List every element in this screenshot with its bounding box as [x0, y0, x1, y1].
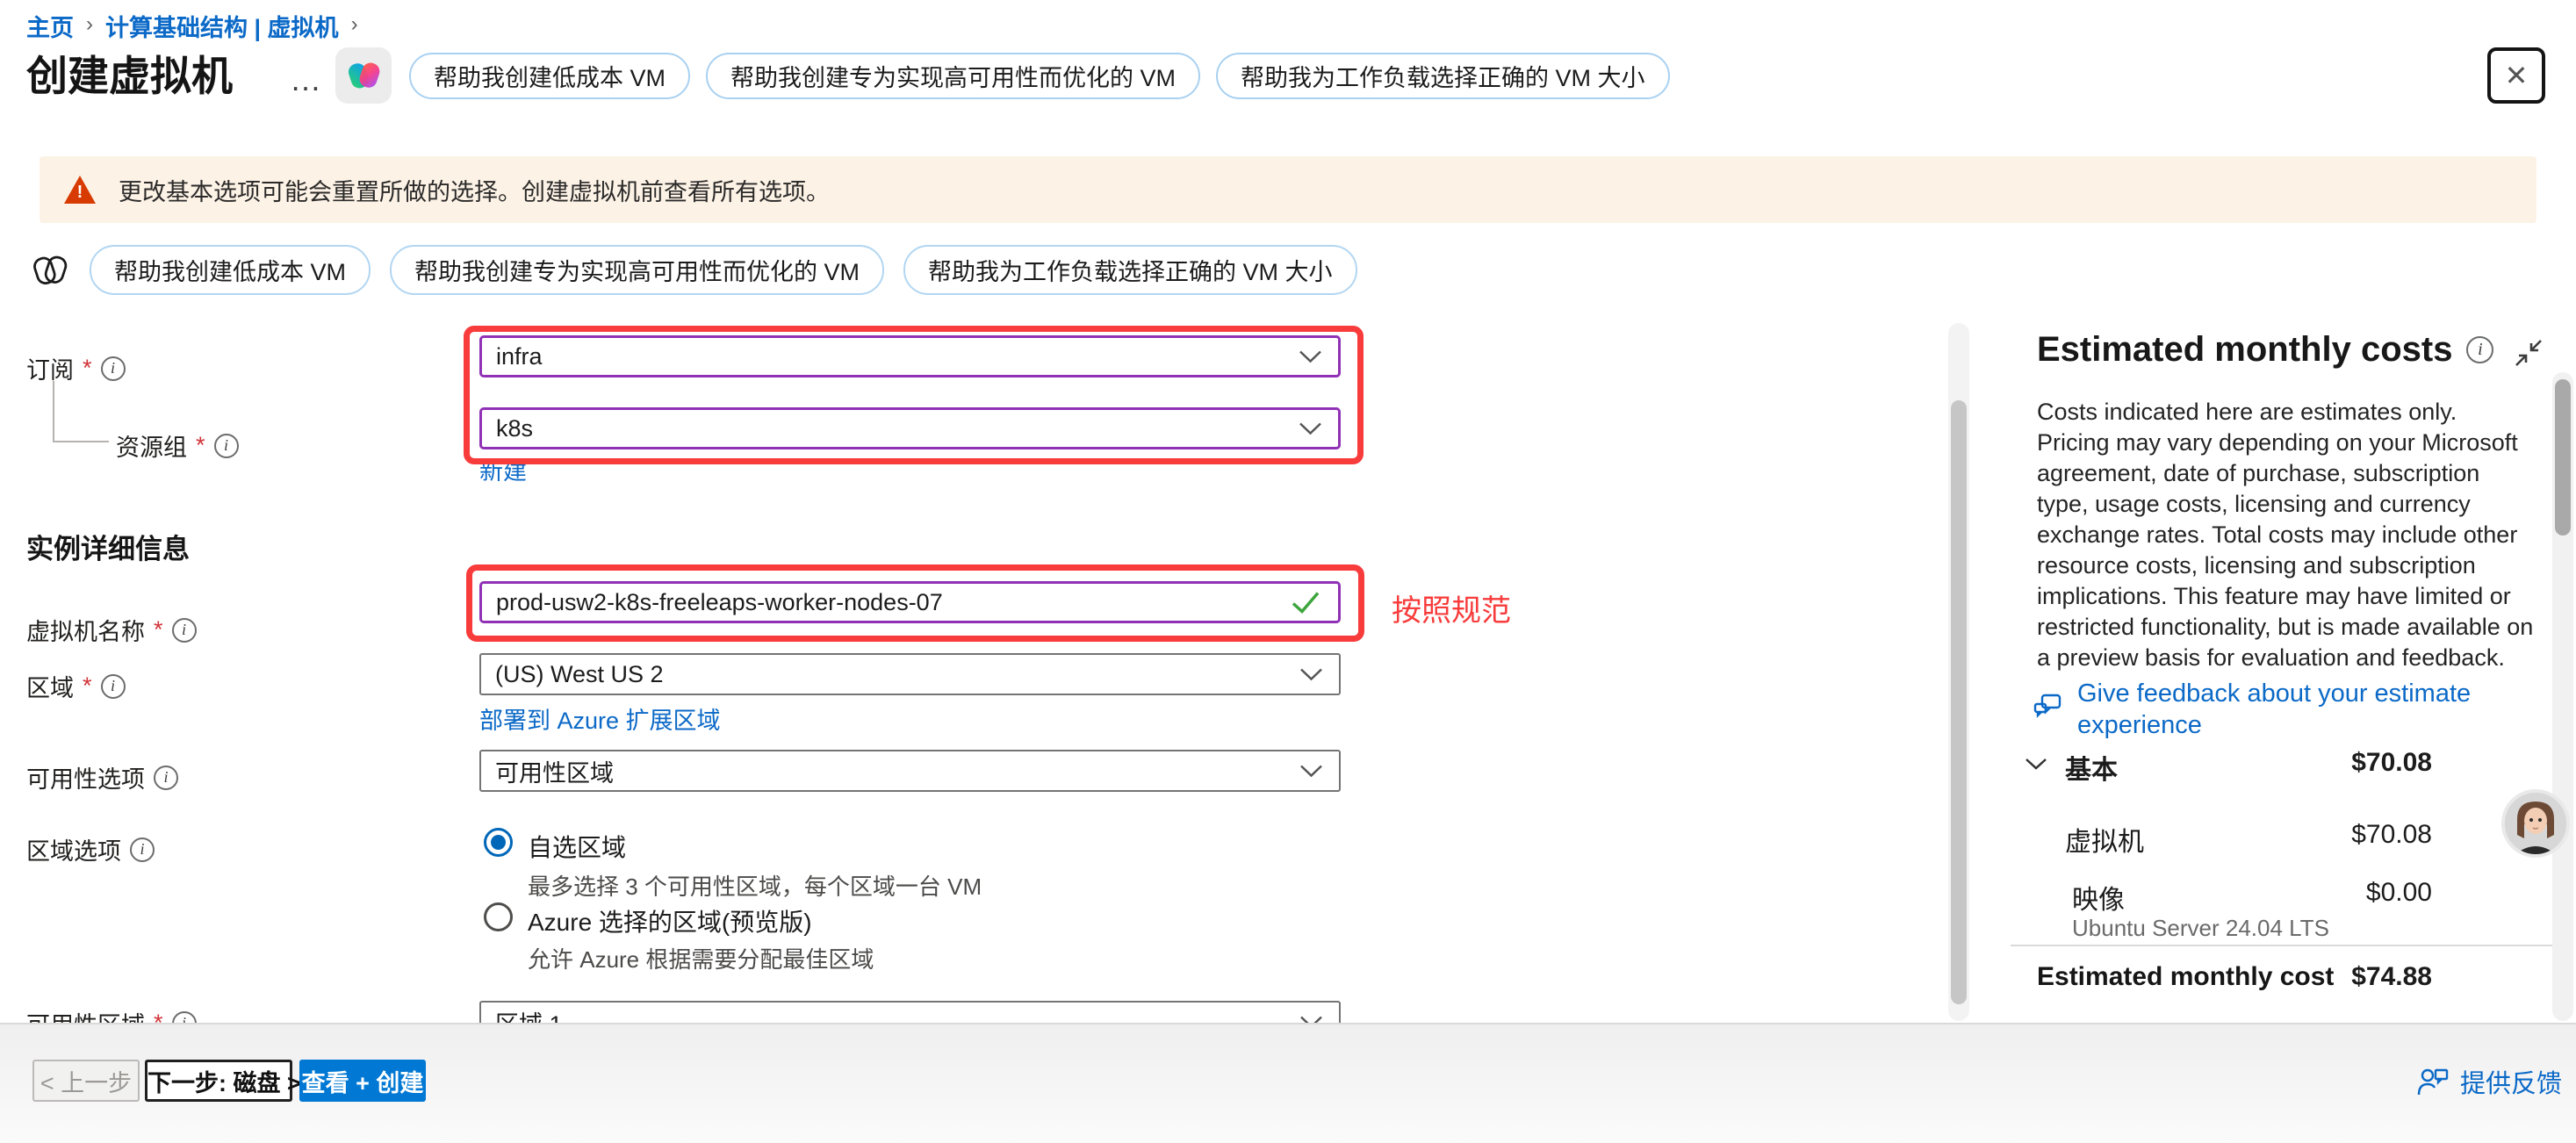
radio-self-selected-zones-desc: 最多选择 3 个可用性区域，每个区域一台 VM: [528, 869, 982, 902]
cost-group-value: $70.08: [2239, 748, 2432, 778]
info-icon[interactable]: i: [214, 434, 239, 458]
radio-azure-selected-zones-desc: 允许 Azure 根据需要分配最佳区域: [528, 942, 874, 974]
total-cost-value: $74.88: [2239, 962, 2432, 992]
region-dropdown[interactable]: (US) West US 2: [479, 653, 1341, 695]
vm-name-label: 虚拟机名称 * i: [26, 613, 197, 647]
chevron-down-icon: [1299, 764, 1323, 779]
region-label: 区域 * i: [26, 669, 126, 703]
assistant-avatar[interactable]: [2501, 789, 2570, 858]
availability-options-value: 可用性区域: [495, 754, 614, 788]
copilot-outline-icon: [30, 250, 70, 291]
resource-group-dropdown[interactable]: k8s: [479, 407, 1341, 449]
cost-item-value: $0.00: [2239, 878, 2432, 908]
required-asterisk: *: [154, 616, 163, 643]
breadcrumb: 主页 › 计算基础结构 | 虚拟机 ›: [26, 9, 358, 43]
breadcrumb-link-virtual-machines[interactable]: 计算基础结构 | 虚拟机: [105, 9, 339, 43]
main-scrollbar-thumb[interactable]: [1951, 400, 1967, 1004]
estimate-feedback-link[interactable]: Give feedback about your estimate experi…: [2030, 678, 2504, 741]
tree-connector: [53, 381, 109, 442]
required-asterisk: *: [196, 432, 205, 459]
required-asterisk: *: [83, 355, 92, 382]
cost-panel-title: Estimated monthly costs i: [2037, 330, 2493, 370]
extended-zone-link[interactable]: 部署到 Azure 扩展区域: [479, 701, 721, 736]
suggestion-right-size-button[interactable]: 帮助我为工作负载选择正确的 VM 大小: [1216, 53, 1670, 99]
cost-item-subtext: Ubuntu Server 24.04 LTS: [2072, 915, 2329, 942]
panel-scrollbar-thumb[interactable]: [2555, 379, 2571, 536]
suggestion-low-cost-vm-button[interactable]: 帮助我创建低成本 VM: [409, 53, 690, 99]
radio-azure-selected-zones-label[interactable]: Azure 选择的区域(预览版): [528, 903, 812, 938]
suggestion-high-availability-button[interactable]: 帮助我创建专为实现高可用性而优化的 VM: [390, 245, 884, 295]
zone-options-label: 区域选项 i: [26, 832, 155, 866]
warning-text: 更改基本选项可能会重置所做的选择。创建虚拟机前查看所有选项。: [119, 173, 830, 207]
copilot-icon: [345, 57, 382, 94]
cost-group-name: 基本: [2065, 748, 2118, 787]
create-vm-page: 主页 › 计算基础结构 | 虚拟机 › 创建虚拟机 … 帮助我创建低: [0, 0, 2576, 1143]
region-value: (US) West US 2: [495, 661, 664, 688]
cost-item-name: 映像: [2072, 878, 2125, 917]
feedback-person-icon: [2416, 1067, 2450, 1096]
resource-group-label: 资源组 * i: [116, 428, 239, 463]
radio-self-selected-zones[interactable]: [484, 828, 513, 857]
availability-options-dropdown[interactable]: 可用性区域: [479, 750, 1341, 792]
copilot-suggestions-top: 帮助我创建低成本 VM 帮助我创建专为实现高可用性而优化的 VM 帮助我为工作负…: [409, 53, 1670, 99]
footer-bar: < 上一步 下一步: 磁盘 > 查看 + 创建 提供反馈: [0, 1023, 2576, 1143]
chevron-right-icon: ›: [86, 12, 93, 37]
breadcrumb-link-home[interactable]: 主页: [26, 9, 74, 43]
cost-item-value: $70.08: [2239, 820, 2432, 850]
review-create-button[interactable]: 查看 + 创建: [299, 1060, 426, 1102]
availability-options-label: 可用性选项 i: [26, 760, 178, 794]
chevron-right-icon: ›: [351, 12, 358, 37]
info-icon[interactable]: i: [2466, 336, 2493, 363]
cost-item-name: 虚拟机: [2065, 820, 2144, 859]
suggestion-high-availability-button[interactable]: 帮助我创建专为实现高可用性而优化的 VM: [706, 53, 1200, 99]
warning-icon: !: [64, 176, 96, 204]
vm-name-value: prod-usw2-k8s-freeleaps-worker-nodes-07: [496, 589, 943, 616]
valid-check-icon: [1291, 591, 1320, 615]
chevron-down-icon: [1299, 349, 1322, 364]
annotation-note: 按照规范: [1392, 586, 1511, 629]
resource-group-value: k8s: [496, 415, 533, 442]
cost-panel-description: Costs indicated here are estimates only.…: [2037, 397, 2536, 673]
collapse-panel-icon[interactable]: [2511, 335, 2546, 373]
vm-name-input[interactable]: prod-usw2-k8s-freeleaps-worker-nodes-07: [479, 581, 1341, 623]
subscription-value: infra: [496, 343, 543, 370]
info-icon[interactable]: i: [101, 674, 126, 699]
info-icon[interactable]: i: [130, 837, 155, 862]
chevron-down-icon[interactable]: [2025, 757, 2047, 771]
page-title: 创建虚拟机: [26, 42, 233, 103]
required-asterisk: *: [83, 672, 92, 700]
chevron-down-icon: [1299, 667, 1323, 682]
next-step-disks-button[interactable]: 下一步: 磁盘 >: [145, 1060, 292, 1102]
close-button[interactable]: ✕: [2487, 47, 2545, 104]
suggestion-right-size-button[interactable]: 帮助我为工作负载选择正确的 VM 大小: [903, 245, 1357, 295]
subscription-dropdown[interactable]: infra: [479, 335, 1341, 377]
info-icon[interactable]: i: [172, 618, 197, 643]
previous-step-button[interactable]: < 上一步: [32, 1060, 140, 1102]
suggestion-low-cost-vm-button[interactable]: 帮助我创建低成本 VM: [90, 245, 371, 295]
divider: [2011, 945, 2572, 946]
radio-azure-selected-zones[interactable]: [484, 902, 513, 931]
warning-banner: ! 更改基本选项可能会重置所做的选择。创建虚拟机前查看所有选项。: [40, 156, 2536, 223]
create-new-resource-group-link[interactable]: 新建: [479, 452, 527, 486]
copilot-button[interactable]: [335, 47, 392, 104]
copilot-suggestions-row: 帮助我创建低成本 VM 帮助我创建专为实现高可用性而优化的 VM 帮助我为工作负…: [30, 245, 1357, 295]
close-icon: ✕: [2505, 61, 2529, 90]
radio-self-selected-zones-label[interactable]: 自选区域: [528, 829, 626, 864]
feedback-bubbles-icon: [2030, 688, 2065, 741]
chevron-down-icon: [1299, 421, 1322, 436]
more-options-button[interactable]: …: [290, 61, 324, 98]
instance-details-heading: 实例详细信息: [26, 527, 190, 566]
info-icon[interactable]: i: [154, 766, 178, 790]
info-icon[interactable]: i: [101, 356, 126, 381]
feedback-link[interactable]: 提供反馈: [2416, 1063, 2562, 1100]
